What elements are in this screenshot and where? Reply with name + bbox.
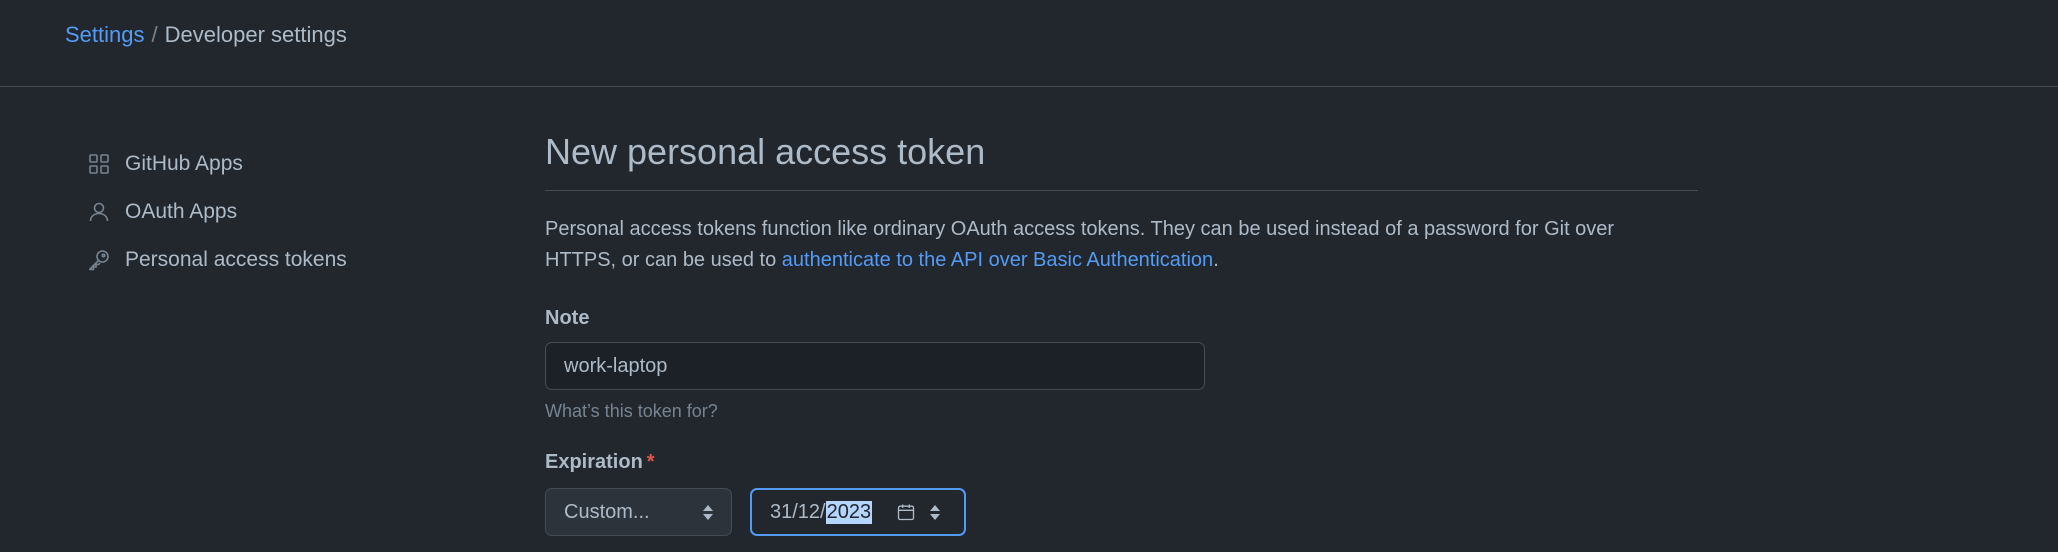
breadcrumb: Settings / Developer settings: [65, 22, 347, 48]
date-value: 31/12/2023: [770, 500, 873, 524]
expiration-controls: Custom... 31/12/2023: [545, 488, 966, 536]
sidebar-item-github-apps[interactable]: GitHub Apps: [86, 140, 347, 188]
note-label: Note: [545, 307, 590, 329]
description: Personal access tokens function like ord…: [545, 214, 1675, 276]
expiration-label: Expiration *: [545, 449, 655, 475]
sidebar: GitHub Apps OAuth Apps Personal access t…: [86, 140, 347, 284]
top-header: Settings / Developer settings: [0, 0, 2058, 87]
required-asterisk: *: [646, 451, 655, 473]
person-icon: [86, 199, 112, 225]
sidebar-item-oauth-apps[interactable]: OAuth Apps: [86, 188, 347, 236]
sidebar-item-personal-access-tokens[interactable]: Personal access tokens: [86, 236, 347, 284]
select-updown-icon: [703, 504, 713, 520]
sidebar-item-label: GitHub Apps: [125, 152, 243, 175]
page-title: New personal access token: [545, 128, 1698, 191]
expiration-label-text: Expiration: [545, 451, 643, 473]
expiration-select[interactable]: Custom...: [545, 488, 732, 536]
note-input[interactable]: [545, 342, 1205, 390]
calendar-icon[interactable]: [896, 502, 916, 522]
expiration-date-input[interactable]: 31/12/2023: [750, 488, 966, 536]
sidebar-item-label: Personal access tokens: [125, 248, 347, 271]
date-day-month: 31/12/: [770, 500, 826, 523]
note-hint: What’s this token for?: [545, 401, 718, 421]
key-icon: [86, 247, 112, 273]
apps-grid-icon: [86, 151, 112, 177]
basic-auth-docs-link[interactable]: authenticate to the API over Basic Authe…: [782, 249, 1213, 271]
breadcrumb-separator: /: [151, 22, 158, 47]
description-end: .: [1213, 249, 1219, 271]
breadcrumb-settings-link[interactable]: Settings: [65, 22, 145, 47]
expiration-select-value: Custom...: [564, 500, 650, 523]
date-year-selected[interactable]: 2023: [825, 500, 873, 524]
sidebar-item-label: OAuth Apps: [125, 200, 238, 223]
main-content: New personal access token Personal acces…: [545, 128, 1698, 536]
breadcrumb-current: Developer settings: [164, 22, 347, 47]
date-stepper-icon[interactable]: [930, 504, 941, 520]
